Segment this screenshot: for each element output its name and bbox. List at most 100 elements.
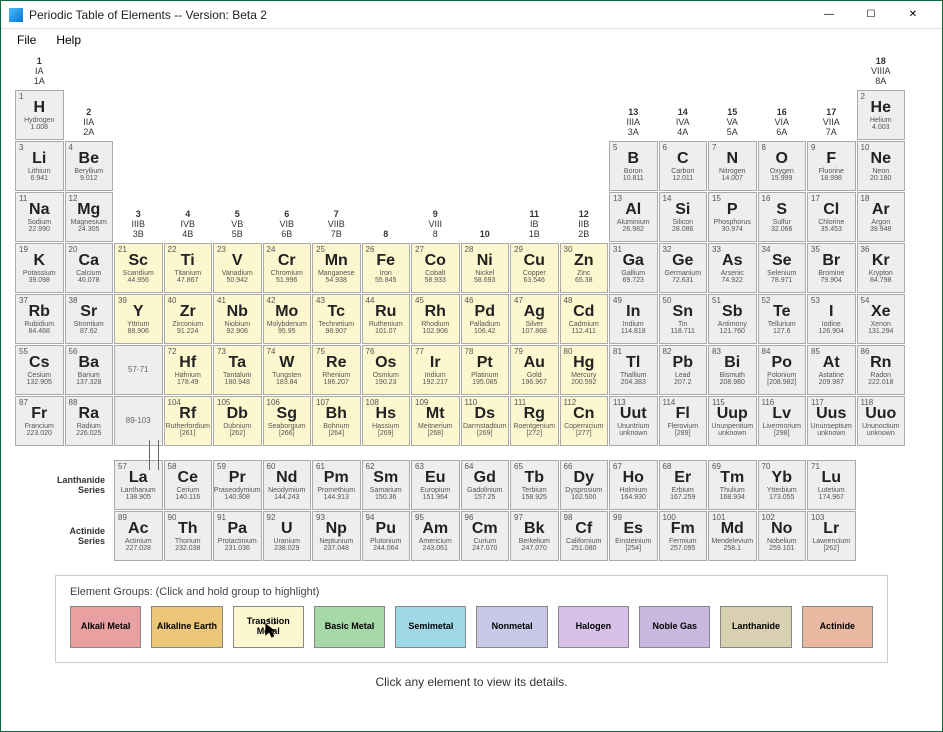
element-I[interactable]: 53IIodine126.904	[807, 294, 856, 344]
group-btn-actinide[interactable]: Actinide	[802, 606, 873, 648]
element-Yb[interactable]: 70YbYtterbium173.055	[758, 460, 807, 510]
element-Hf[interactable]: 72HfHafnium178.49	[164, 345, 213, 395]
element-Hs[interactable]: 108HsHassium[269]	[362, 396, 411, 446]
element-Xe[interactable]: 54XeXenon131.294	[857, 294, 906, 344]
element-W[interactable]: 74WTungsten183.84	[263, 345, 312, 395]
element-Fe[interactable]: 26FeIron55.845	[362, 243, 411, 293]
element-Bi[interactable]: 83BiBismuth208.980	[708, 345, 757, 395]
element-Fr[interactable]: 87FrFrancium223.020	[15, 396, 64, 446]
element-Co[interactable]: 27CoCobalt58.933	[411, 243, 460, 293]
element-Eu[interactable]: 63EuEuropium151.964	[411, 460, 460, 510]
element-Lv[interactable]: 116LvLivermorium[298]	[758, 396, 807, 446]
minimize-button[interactable]: —	[808, 2, 850, 28]
element-Hg[interactable]: 80HgMercury200.592	[560, 345, 609, 395]
element-Kr[interactable]: 36KrKrypton84.798	[857, 243, 906, 293]
element-Os[interactable]: 76OsOsmium190.23	[362, 345, 411, 395]
element-Zr[interactable]: 40ZrZirconium91.224	[164, 294, 213, 344]
element-As[interactable]: 33AsArsenic74.922	[708, 243, 757, 293]
element-Ar[interactable]: 18ArArgon39.948	[857, 192, 906, 242]
element-Ho[interactable]: 67HoHolmium164.930	[609, 460, 658, 510]
element-No[interactable]: 102NoNobelium259.101	[758, 511, 807, 561]
element-Cl[interactable]: 17ClChlorine35.453	[807, 192, 856, 242]
element-Ir[interactable]: 77IrIridium192.217	[411, 345, 460, 395]
group-btn-alkali-metal[interactable]: Alkali Metal	[70, 606, 141, 648]
element-Rf[interactable]: 104RfRutherfordium[261]	[164, 396, 213, 446]
element-Pd[interactable]: 46PdPalladium106.42	[461, 294, 510, 344]
element-Cf[interactable]: 98CfCalifornium251.080	[560, 511, 609, 561]
element-Nd[interactable]: 60NdNeodymium144.243	[263, 460, 312, 510]
element-Mt[interactable]: 109MtMeitnerium[268]	[411, 396, 460, 446]
element-Po[interactable]: 84PoPolonium[208.982]	[758, 345, 807, 395]
element-Sr[interactable]: 38SrStrontium87.62	[65, 294, 114, 344]
element-Pu[interactable]: 94PuPlutonium244.064	[362, 511, 411, 561]
element-Re[interactable]: 75ReRhenium186.207	[312, 345, 361, 395]
element-Uut[interactable]: 113UutUnuntriumunknown	[609, 396, 658, 446]
element-Te[interactable]: 52TeTellurium127.6	[758, 294, 807, 344]
element-Rb[interactable]: 37RbRubidium84.468	[15, 294, 64, 344]
element-Tc[interactable]: 43TcTechnetium98.907	[312, 294, 361, 344]
element-Ru[interactable]: 44RuRuthenium101.07	[362, 294, 411, 344]
element-Si[interactable]: 14SiSilicon28.086	[659, 192, 708, 242]
element-At[interactable]: 85AtAstatine209.987	[807, 345, 856, 395]
element-Cm[interactable]: 96CmCurium247.070	[461, 511, 510, 561]
element-Au[interactable]: 79AuGold196.967	[510, 345, 559, 395]
element-Th[interactable]: 90ThThorium232.038	[164, 511, 213, 561]
element-Li[interactable]: 3LiLithium6.941	[15, 141, 64, 191]
element-Md[interactable]: 101MdMendelevium258.1	[708, 511, 757, 561]
element-Ni[interactable]: 28NiNickel58.693	[461, 243, 510, 293]
element-Ce[interactable]: 58CeCerium140.116	[164, 460, 213, 510]
menu-file[interactable]: File	[7, 31, 46, 49]
element-S[interactable]: 16SSulfur32.066	[758, 192, 807, 242]
element-Na[interactable]: 11NaSodium22.990	[15, 192, 64, 242]
element-Cr[interactable]: 24CrChromium51.996	[263, 243, 312, 293]
element-Am[interactable]: 95AmAmericium243.061	[411, 511, 460, 561]
element-Tm[interactable]: 69TmThulium168.934	[708, 460, 757, 510]
element-Mg[interactable]: 12MgMagnesium24.305	[65, 192, 114, 242]
element-C[interactable]: 6CCarbon12.011	[659, 141, 708, 191]
element-Y[interactable]: 39YYttrium88.906	[114, 294, 163, 344]
element-H[interactable]: 1HHydrogen1.008	[15, 90, 64, 140]
element-Ga[interactable]: 31GaGallium69.723	[609, 243, 658, 293]
element-He[interactable]: 2HeHelium4.003	[857, 90, 906, 140]
element-Mn[interactable]: 25MnManganese54.938	[312, 243, 361, 293]
element-Uup[interactable]: 115UupUnunpentiumunknown	[708, 396, 757, 446]
element-Se[interactable]: 34SeSelenium78.971	[758, 243, 807, 293]
element-Ra[interactable]: 88RaRadium226.025	[65, 396, 114, 446]
element-Ge[interactable]: 32GeGermanium72.631	[659, 243, 708, 293]
element-Cd[interactable]: 48CdCadmium112.411	[560, 294, 609, 344]
menu-help[interactable]: Help	[46, 31, 91, 49]
element-Es[interactable]: 99EsEinsteinium[254]	[609, 511, 658, 561]
element-Rn[interactable]: 86RnRadon222.018	[857, 345, 906, 395]
element-Zn[interactable]: 30ZnZinc65.38	[560, 243, 609, 293]
element-Fm[interactable]: 100FmFermium257.095	[659, 511, 708, 561]
element-Nb[interactable]: 41NbNiobium92.906	[213, 294, 262, 344]
element-Rg[interactable]: 111RgRoentgenium[272]	[510, 396, 559, 446]
element-Np[interactable]: 93NpNeptunium237.048	[312, 511, 361, 561]
element-Al[interactable]: 13AlAluminium26.982	[609, 192, 658, 242]
element-Ca[interactable]: 20CaCalcium40.078	[65, 243, 114, 293]
group-btn-lanthanide[interactable]: Lanthanide	[720, 606, 791, 648]
element-B[interactable]: 5BBoron10.811	[609, 141, 658, 191]
element-Lr[interactable]: 103LrLawrencium[262]	[807, 511, 856, 561]
group-btn-noble-gas[interactable]: Noble Gas	[639, 606, 710, 648]
group-btn-semimetal[interactable]: Semimetal	[395, 606, 466, 648]
element-Ti[interactable]: 22TiTitanium47.867	[164, 243, 213, 293]
element-In[interactable]: 49InIndium114.818	[609, 294, 658, 344]
element-Ba[interactable]: 56BaBarium137.328	[65, 345, 114, 395]
group-btn-basic-metal[interactable]: Basic Metal	[314, 606, 385, 648]
element-F[interactable]: 9FFluorine18.998	[807, 141, 856, 191]
element-Ta[interactable]: 73TaTantalum180.948	[213, 345, 262, 395]
element-Pa[interactable]: 91PaProtactinium231.036	[213, 511, 262, 561]
element-V[interactable]: 23VVanadium50.942	[213, 243, 262, 293]
element-Uus[interactable]: 117UusUnunseptiumunknown	[807, 396, 856, 446]
element-Db[interactable]: 105DbDubnium[262]	[213, 396, 262, 446]
element-Tb[interactable]: 65TbTerbium158.925	[510, 460, 559, 510]
element-Ds[interactable]: 110DsDarmstadtium[269]	[461, 396, 510, 446]
element-Rh[interactable]: 45RhRhodium102.906	[411, 294, 460, 344]
maximize-button[interactable]: ☐	[850, 2, 892, 28]
element-O[interactable]: 8OOxygen15.999	[758, 141, 807, 191]
element-Pr[interactable]: 59PrPraseodymium140.908	[213, 460, 262, 510]
element-Br[interactable]: 35BrBromine79.904	[807, 243, 856, 293]
group-btn-halogen[interactable]: Halogen	[558, 606, 629, 648]
element-Cu[interactable]: 29CuCopper63.546	[510, 243, 559, 293]
